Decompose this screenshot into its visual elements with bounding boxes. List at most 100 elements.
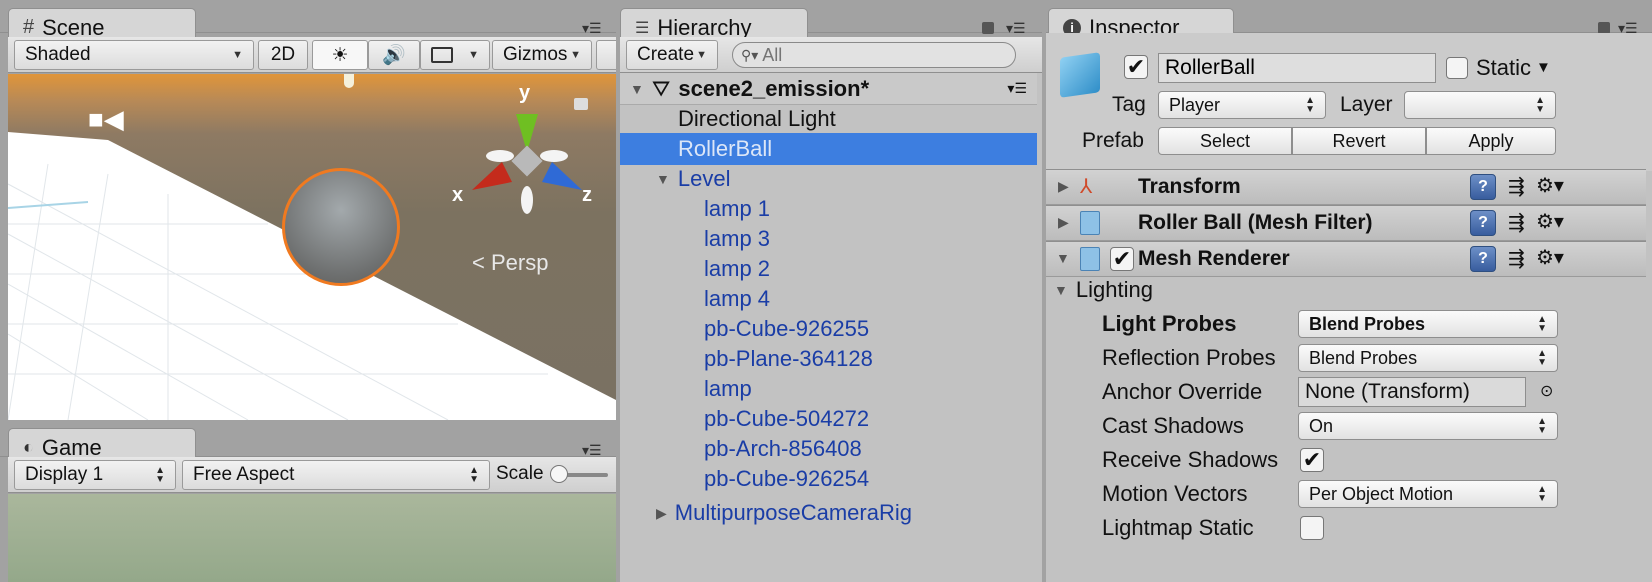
gear-icon[interactable]: ⚙▾: [1536, 209, 1564, 234]
mesh-renderer-component-header[interactable]: ▼ ✔ Mesh Renderer ? ⇶ ⚙▾: [1046, 241, 1646, 277]
list-item-label: MultipurposeCameraRig: [674, 500, 912, 525]
list-item-label: lamp 2: [704, 256, 771, 281]
tag-dropdown[interactable]: Player ▲ ▼: [1158, 91, 1326, 119]
list-item[interactable]: pb-Cube-504272: [620, 403, 1037, 435]
list-item[interactable]: ▶ MultipurposeCameraRig: [620, 497, 1037, 529]
scene-menu-icon[interactable]: ▾☰: [1007, 80, 1027, 97]
hierarchy-toolbar: Create ▼ ⚲▾: [620, 37, 1042, 73]
list-item[interactable]: lamp 3: [620, 223, 1037, 255]
help-icon[interactable]: ?: [1470, 246, 1496, 272]
foldout-closed-icon[interactable]: ▶: [1058, 178, 1069, 195]
foldout-closed-icon[interactable]: ▶: [1058, 214, 1069, 231]
scale-slider[interactable]: [550, 465, 608, 483]
prefab-revert-button[interactable]: Revert: [1292, 127, 1426, 155]
motion-vectors-value: Per Object Motion: [1309, 483, 1454, 504]
gear-icon[interactable]: ⚙▾: [1536, 245, 1564, 270]
prefab-apply-button[interactable]: Apply: [1426, 127, 1556, 155]
help-icon[interactable]: ?: [1470, 210, 1496, 236]
panel-menu-icon[interactable]: ▾☰: [1006, 20, 1026, 37]
scale-slider-thumb[interactable]: [550, 465, 568, 483]
list-item-selected[interactable]: RollerBall: [620, 133, 1037, 165]
anchor-override-value: None (Transform): [1305, 380, 1470, 403]
cast-shadows-dropdown[interactable]: On ▲ ▼: [1298, 412, 1558, 440]
panel-menu-icon[interactable]: ▾☰: [582, 20, 602, 37]
static-dropdown-icon[interactable]: ▼: [1536, 59, 1551, 76]
list-item[interactable]: ▼ Level: [620, 163, 1037, 195]
mesh-renderer-enabled-checkbox[interactable]: ✔: [1110, 247, 1134, 271]
list-item-label: lamp 1: [704, 196, 771, 221]
list-item[interactable]: pb-Cube-926255: [620, 313, 1037, 345]
hierarchy-panel: ☰ Hierarchy ▾☰ Create ▼ ⚲▾ ▼ ⛛ scene2_em…: [620, 0, 1042, 582]
reflection-probes-label: Reflection Probes: [1102, 345, 1276, 370]
tab-scene[interactable]: # Scene: [8, 8, 196, 40]
scene-header-row[interactable]: ▼ ⛛ scene2_emission* ▾☰: [620, 73, 1037, 105]
list-item[interactable]: Directional Light: [620, 103, 1037, 135]
projection-toggle[interactable]: < Persp: [472, 250, 548, 276]
image-icon: [431, 47, 453, 63]
list-icon: ☰: [635, 19, 650, 37]
help-icon[interactable]: ?: [1470, 174, 1496, 200]
lock-icon[interactable]: [574, 98, 588, 110]
preset-icon[interactable]: ⇶: [1508, 174, 1525, 199]
gear-icon[interactable]: ⚙▾: [1536, 173, 1564, 198]
inspector-panel: i Inspector ▾☰ ✔ Static ▼ Tag Player ▲▼ …: [1046, 0, 1652, 582]
layer-dropdown[interactable]: ▲ ▼: [1404, 91, 1556, 119]
search-input[interactable]: [762, 44, 983, 66]
lighting-foldout[interactable]: ▼ Lighting: [1046, 273, 1646, 307]
list-item[interactable]: pb-Plane-364128: [620, 343, 1037, 375]
search-scene-icon[interactable]: [596, 40, 616, 70]
preset-icon[interactable]: ⇶: [1508, 246, 1525, 271]
mesh-filter-component-header[interactable]: ▶ Roller Ball (Mesh Filter) ? ⇶ ⚙▾: [1046, 205, 1646, 241]
game-viewport[interactable]: [8, 494, 616, 582]
list-item[interactable]: lamp: [620, 373, 1037, 405]
search-field[interactable]: ⚲▾: [732, 42, 1016, 68]
display-dropdown[interactable]: Display 1 ▲ ▼: [14, 460, 176, 490]
foldout-open-icon[interactable]: ▼: [1056, 250, 1070, 266]
list-item-label: lamp: [704, 376, 752, 401]
list-item[interactable]: lamp 1: [620, 193, 1037, 225]
axis-x-label: x: [452, 184, 464, 206]
tab-game[interactable]: ◐ Game: [8, 428, 196, 460]
static-checkbox[interactable]: [1446, 57, 1468, 79]
list-item[interactable]: pb-Arch-856408: [620, 433, 1037, 465]
light-probes-row: Light Probes Blend Probes ▲ ▼: [1046, 307, 1646, 341]
light-probes-dropdown[interactable]: Blend Probes ▲ ▼: [1298, 310, 1558, 338]
scene-viewport[interactable]: ■◀ y x z < Persp: [8, 74, 616, 420]
effects-dropdown[interactable]: ▼: [420, 40, 490, 70]
foldout-closed-icon[interactable]: ▶: [656, 505, 667, 522]
object-picker-icon[interactable]: ⊙: [1540, 381, 1553, 401]
reflection-probes-dropdown[interactable]: Blend Probes ▲ ▼: [1298, 344, 1558, 372]
object-name-field[interactable]: [1158, 53, 1436, 83]
create-dropdown[interactable]: Create ▼: [626, 40, 718, 70]
tag-value: Player: [1169, 94, 1221, 115]
transform-component-header[interactable]: ▶ ⅄ Transform ? ⇶ ⚙▾: [1046, 169, 1646, 205]
preset-icon[interactable]: ⇶: [1508, 210, 1525, 235]
active-checkbox[interactable]: ✔: [1124, 55, 1148, 79]
list-item[interactable]: lamp 4: [620, 283, 1037, 315]
camera-icon[interactable]: ■◀: [88, 104, 124, 135]
prefab-label: Prefab: [1082, 129, 1144, 152]
prefab-select-button[interactable]: Select: [1158, 127, 1292, 155]
foldout-open-icon[interactable]: ▼: [656, 171, 670, 187]
shading-mode-dropdown[interactable]: Shaded ▼: [14, 40, 254, 70]
mesh-renderer-icon: [1080, 247, 1100, 271]
foldout-open-icon: ▼: [1054, 282, 1068, 298]
2d-toggle-button[interactable]: 2D: [258, 40, 308, 70]
lock-icon[interactable]: [982, 22, 994, 34]
audio-toggle-button[interactable]: 🔊: [368, 40, 420, 70]
anchor-override-field[interactable]: None (Transform): [1298, 377, 1526, 407]
list-item[interactable]: pb-Cube-926254: [620, 463, 1037, 495]
sphere-object[interactable]: [282, 168, 400, 286]
lighting-toggle-button[interactable]: ☀: [312, 40, 368, 70]
receive-shadows-checkbox[interactable]: ✔: [1300, 448, 1324, 472]
display-value: Display 1: [25, 464, 104, 485]
tab-hierarchy[interactable]: ☰ Hierarchy: [620, 8, 808, 40]
gizmos-dropdown[interactable]: Gizmos ▼: [492, 40, 592, 70]
layer-label: Layer: [1340, 93, 1393, 116]
speaker-icon: 🔊: [382, 45, 406, 66]
list-item[interactable]: lamp 2: [620, 253, 1037, 285]
motion-vectors-dropdown[interactable]: Per Object Motion ▲ ▼: [1298, 480, 1558, 508]
aspect-dropdown[interactable]: Free Aspect ▲ ▼: [182, 460, 490, 490]
light-gizmo-icon[interactable]: [344, 74, 354, 88]
lightmap-static-checkbox[interactable]: [1300, 516, 1324, 540]
